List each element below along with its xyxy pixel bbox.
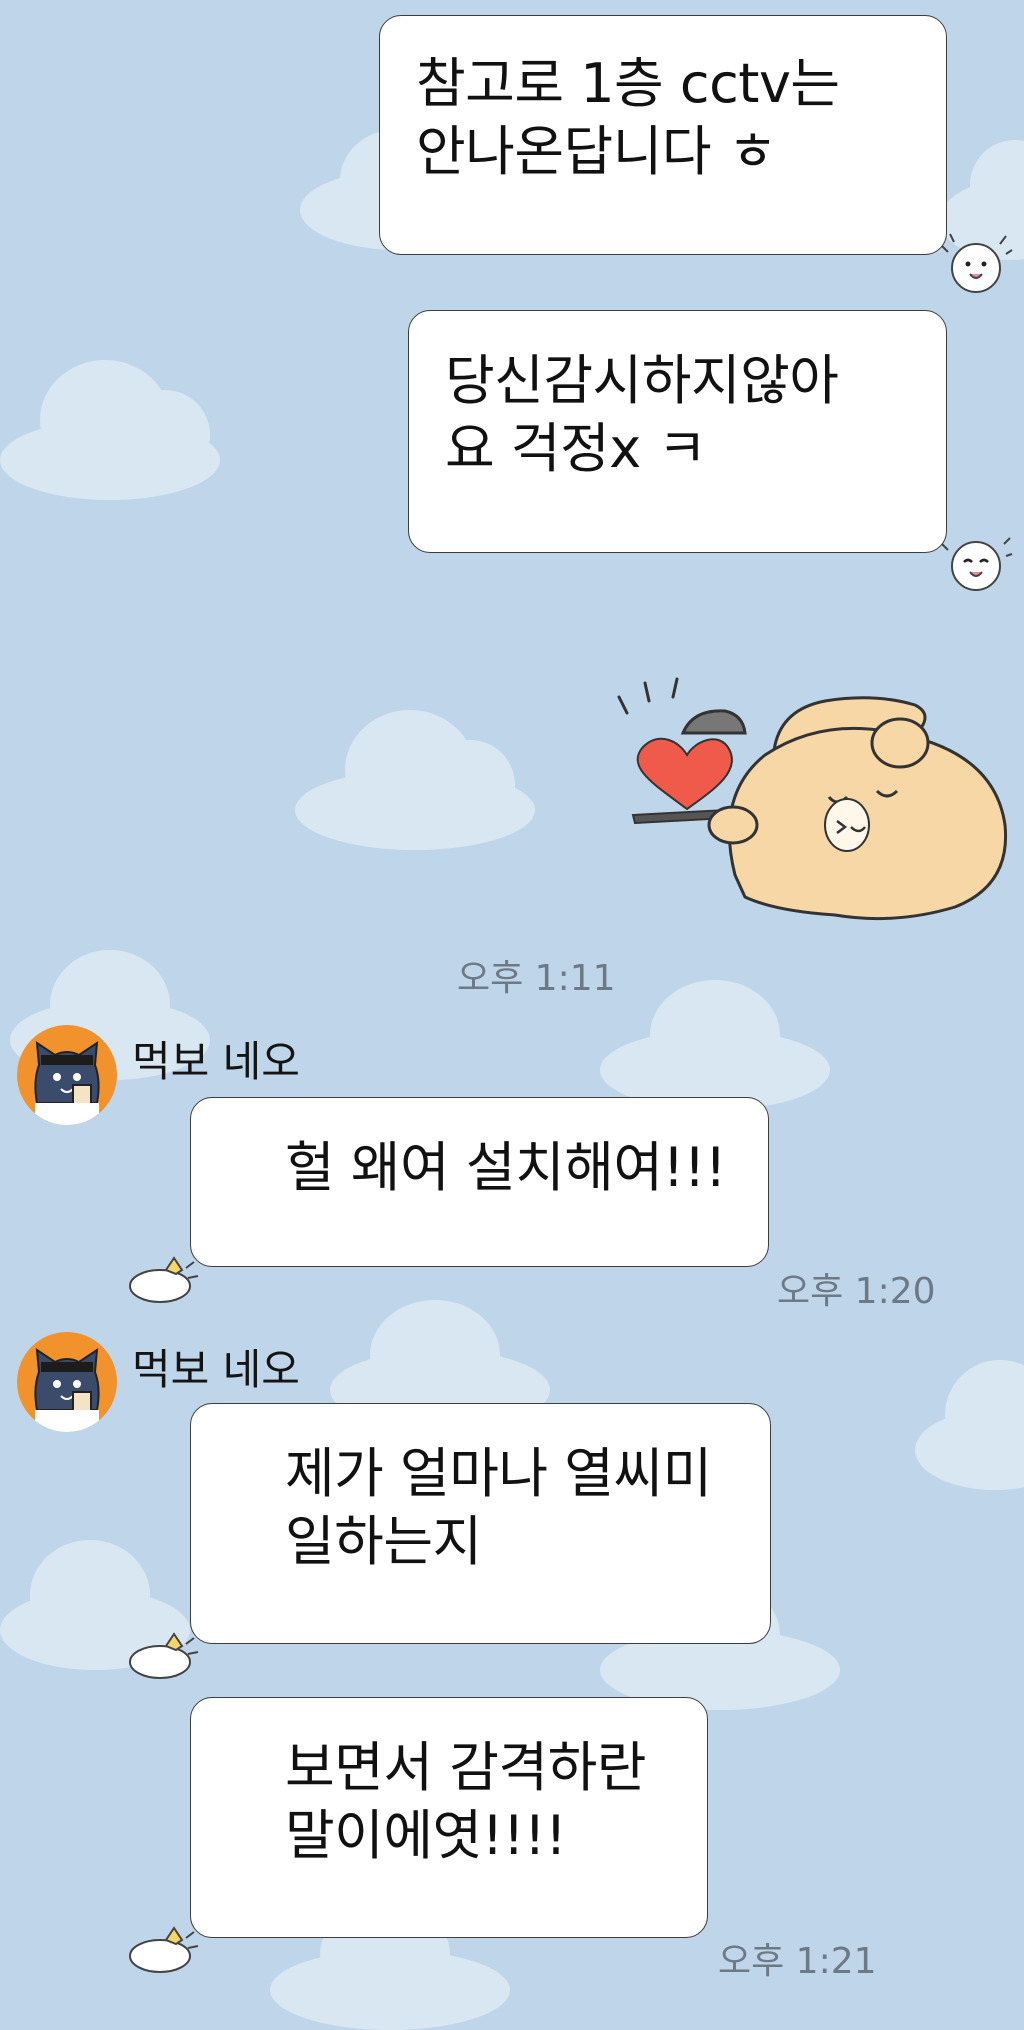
- mini-emoticon-icon: [941, 233, 1013, 293]
- message-text: 보면서 감격하란: [285, 1736, 646, 1799]
- neo-cat-avatar-icon: [34, 1041, 100, 1125]
- message-text: 일하는지: [285, 1510, 482, 1574]
- bear-serving-heart-sticker[interactable]: [615, 675, 1015, 925]
- sender-name: 먹보 네오: [132, 1345, 300, 1394]
- message-text: 헐 왜여 설치해여!!!: [285, 1136, 727, 1199]
- mini-sheep-emoticon-icon: [129, 1926, 199, 1973]
- message-timestamp: 오후 1:20: [777, 1271, 936, 1312]
- mini-emoticon-icon: [941, 537, 1013, 591]
- received-message-bubble[interactable]: 보면서 감격하란 말이에엿!!!!: [190, 1697, 708, 1938]
- message-text: 당신감시하지않아: [445, 349, 839, 412]
- background-cloud: [0, 360, 220, 500]
- background-cloud: [295, 710, 535, 850]
- message-text: 요 걱정x ㅋ: [445, 417, 707, 481]
- background-cloud: [600, 980, 830, 1110]
- message-text: 말이에엿!!!!: [285, 1804, 567, 1868]
- avatar[interactable]: [17, 1025, 117, 1125]
- message-text: 참고로 1층 cctv는: [416, 52, 840, 115]
- background-cloud: [915, 1360, 1024, 1490]
- neo-cat-avatar-icon: [34, 1348, 100, 1432]
- sent-message-bubble[interactable]: 당신감시하지않아 요 걱정x ㅋ: [408, 310, 947, 553]
- mini-sheep-emoticon-icon: [129, 1632, 199, 1679]
- received-message-bubble[interactable]: 제가 얼마나 열씨미 일하는지: [190, 1403, 771, 1644]
- mini-sheep-emoticon-icon: [129, 1256, 199, 1303]
- sent-message-bubble[interactable]: 참고로 1층 cctv는 안나온답니다 ㅎ: [379, 15, 947, 255]
- message-timestamp: 오후 1:11: [457, 958, 616, 999]
- message-text: 제가 얼마나 열씨미: [285, 1442, 712, 1505]
- sender-name: 먹보 네오: [132, 1037, 300, 1086]
- received-message-bubble[interactable]: 헐 왜여 설치해여!!!: [190, 1097, 769, 1267]
- message-text: 안나온답니다 ㅎ: [416, 120, 777, 184]
- message-timestamp: 오후 1:21: [718, 1941, 877, 1982]
- avatar[interactable]: [17, 1332, 117, 1432]
